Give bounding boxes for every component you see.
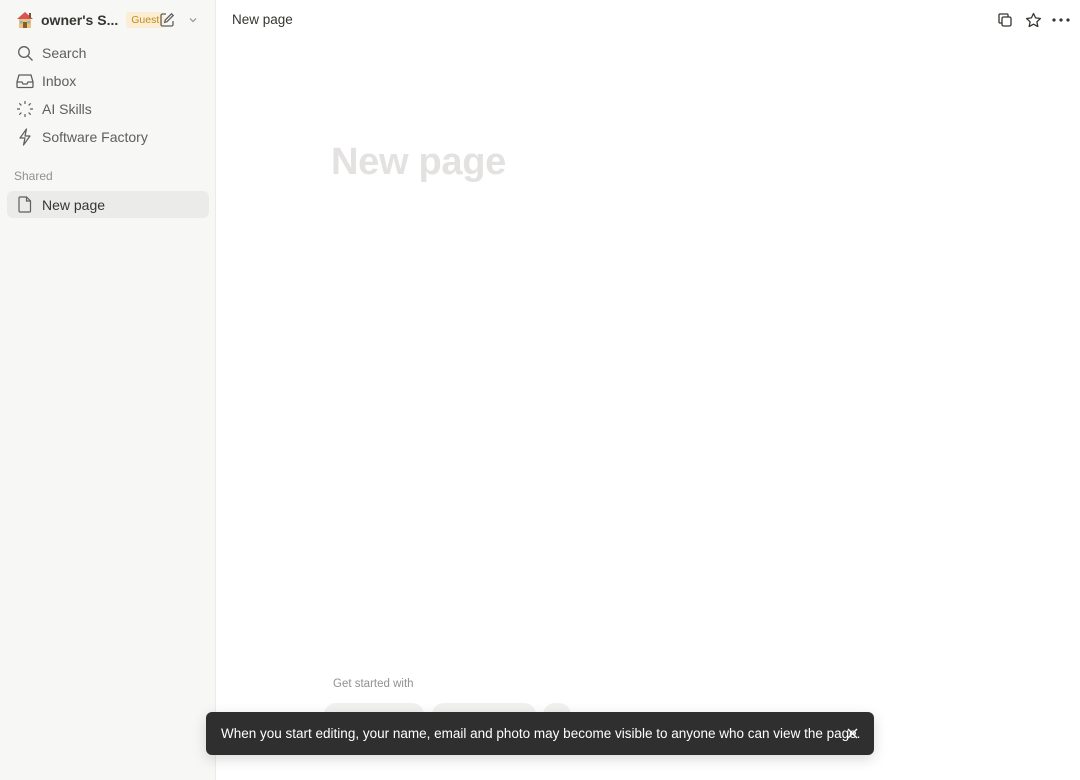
sidebar-item-label: AI Skills	[42, 101, 92, 117]
star-icon[interactable]	[1022, 8, 1044, 32]
get-started-label: Get started with	[333, 678, 414, 690]
sidebar-item-search[interactable]: Search	[8, 39, 208, 67]
sidebar-nav: Search Inbox AI Skills Software Factory	[8, 39, 208, 151]
sidebar-item-software-factory[interactable]: Software Factory	[8, 123, 208, 151]
page-title-input[interactable]: New page	[331, 141, 506, 184]
search-icon	[16, 44, 34, 62]
sidebar-item-ai-skills[interactable]: AI Skills	[8, 95, 208, 123]
app-window: owner's S... Guest Search Inbox AI Skill…	[0, 0, 1080, 780]
toast-message: When you start editing, your name, email…	[221, 726, 861, 741]
sidebar: owner's S... Guest Search Inbox AI Skill…	[0, 0, 216, 780]
breadcrumb[interactable]: New page	[232, 12, 293, 27]
sidebar-item-inbox[interactable]: Inbox	[8, 67, 208, 95]
workspace-name: owner's S...	[41, 12, 119, 28]
new-page-icon[interactable]	[156, 8, 178, 32]
close-icon[interactable]	[844, 725, 860, 741]
inbox-icon	[16, 72, 34, 90]
editing-visibility-toast: When you start editing, your name, email…	[206, 712, 874, 755]
workspace-switcher[interactable]: owner's S... Guest	[8, 6, 208, 34]
house-icon	[14, 9, 36, 31]
topbar: New page	[216, 0, 1080, 40]
sidebar-item-label: Software Factory	[42, 129, 148, 145]
sidebar-item-new-page[interactable]: New page	[7, 191, 209, 218]
shared-section-label: Shared	[14, 169, 53, 183]
more-icon[interactable]	[1050, 8, 1072, 32]
duplicate-icon[interactable]	[994, 8, 1016, 32]
page-icon	[16, 196, 34, 214]
lightning-icon	[16, 128, 34, 146]
sidebar-item-label: New page	[42, 196, 106, 213]
sidebar-item-label: Search	[42, 45, 87, 61]
chevron-down-icon[interactable]	[182, 8, 204, 32]
sidebar-item-label: Inbox	[42, 73, 77, 89]
sparkle-icon	[16, 100, 34, 118]
